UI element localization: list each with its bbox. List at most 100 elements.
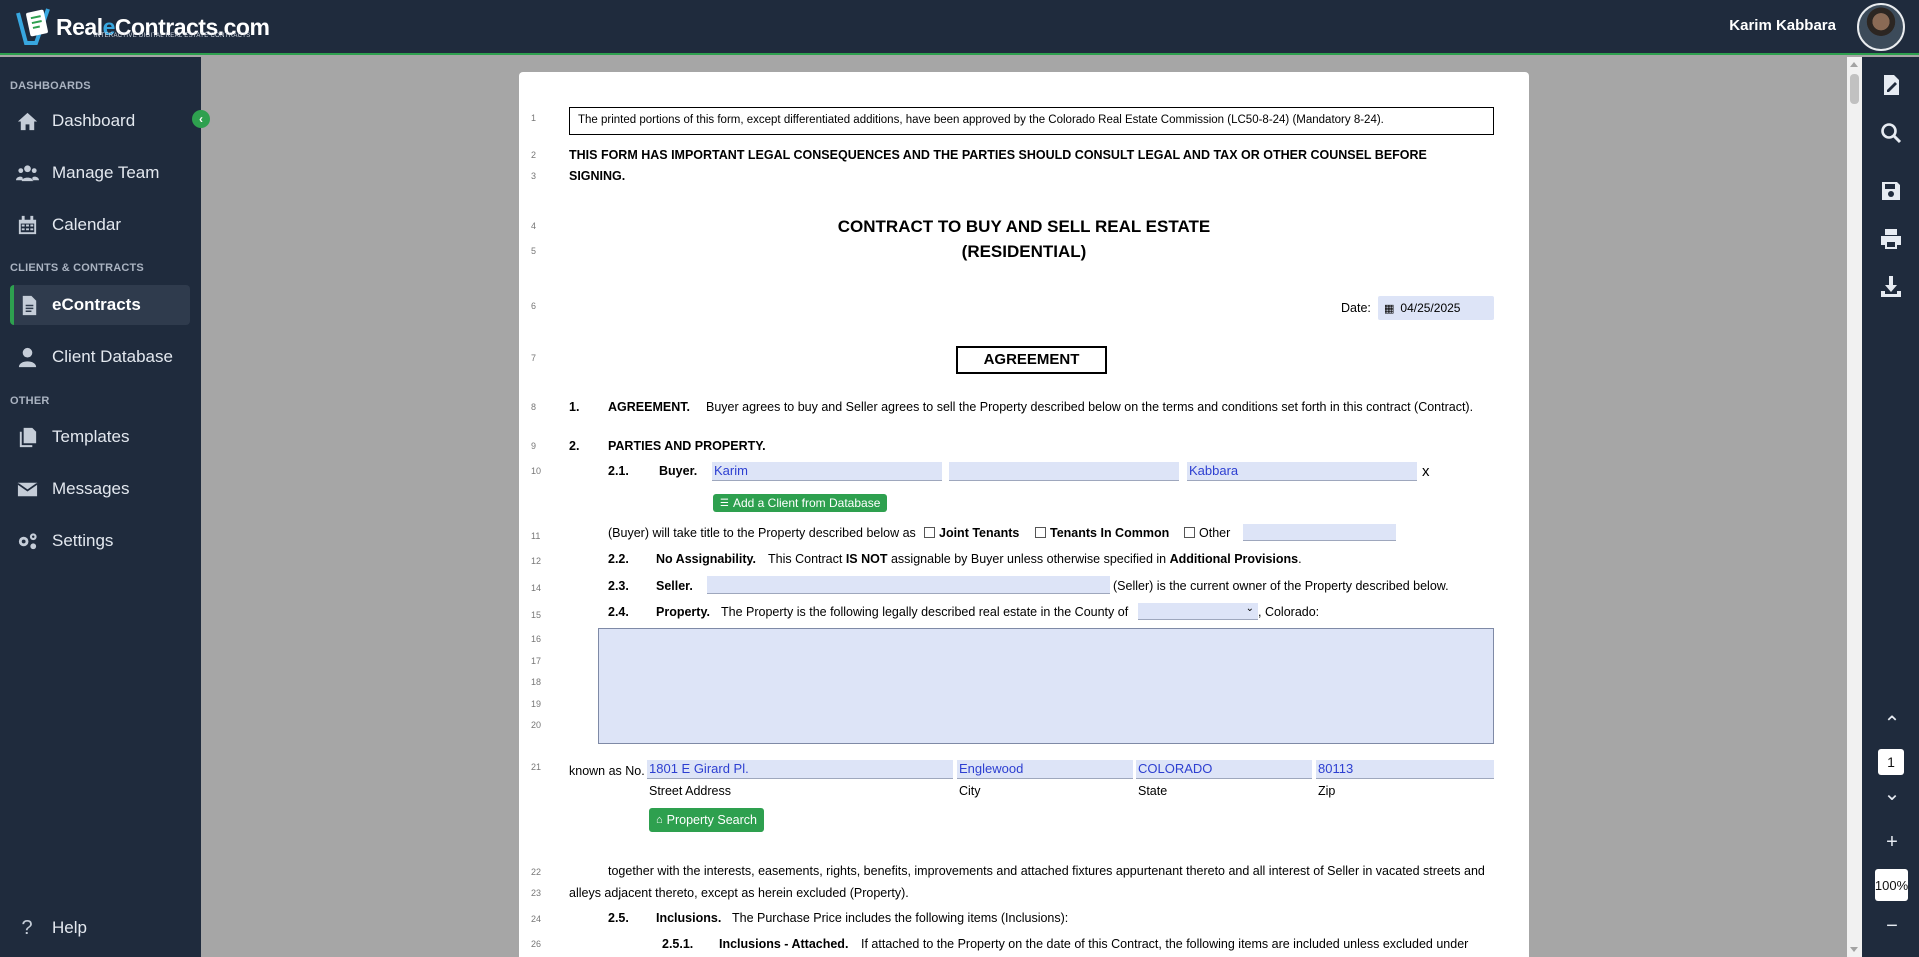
section-2-3-title: Seller. [656, 579, 693, 593]
zoom-in-button[interactable]: + [1882, 831, 1902, 854]
line-number: 9 [531, 441, 537, 451]
date-field[interactable]: ▦ 04/25/2025 [1378, 296, 1494, 320]
chevron-up-icon: ⌃ [1883, 713, 1901, 735]
line-number: 11 [531, 531, 541, 541]
section-2-5-1-number: 2.5.1. [662, 937, 694, 951]
sidebar-item-label: Manage Team [52, 163, 160, 182]
known-as-label: known as No. [569, 764, 645, 778]
sidebar-item-econtracts[interactable]: eContracts [10, 285, 190, 325]
section-2-5-text: The Purchase Price includes the followin… [732, 911, 1069, 925]
add-client-from-database-button[interactable]: ☰ Add a Client from Database [713, 494, 888, 512]
chevron-down-icon: ⌄ [1245, 603, 1254, 614]
joint-tenants-option[interactable]: Joint Tenants [924, 526, 1019, 540]
section-2-2-number: 2.2. [608, 552, 629, 566]
search-button[interactable] [1879, 121, 1903, 145]
sidebar-collapse-button[interactable]: ‹ [192, 110, 210, 128]
line-number: 7 [531, 353, 537, 363]
section-2-5-1-text: If attached to the Property on the date … [861, 937, 1469, 951]
help-link[interactable]: ? Help [10, 908, 190, 948]
date-label: Date: [1341, 301, 1371, 315]
buyer-last-name-field[interactable]: Kabbara [1187, 462, 1417, 481]
file-icon [14, 294, 44, 317]
tenants-in-common-option[interactable]: Tenants In Common [1035, 526, 1169, 540]
line-number: 15 [531, 610, 542, 620]
buyer-first-name-field[interactable]: Karim [712, 462, 942, 481]
joint-tenants-checkbox[interactable] [924, 527, 935, 538]
section-1-number: 1. [569, 400, 580, 414]
section-2-3-text: (Seller) is the current owner of the Pro… [1113, 579, 1449, 593]
scroll-up-arrow[interactable] [1850, 62, 1858, 67]
question-icon: ? [21, 916, 33, 939]
sidebar-item-dashboard[interactable]: Dashboard [10, 101, 190, 141]
remove-buyer-button[interactable]: x [1422, 463, 1430, 480]
agreement-heading: AGREEMENT [956, 346, 1107, 374]
sidebar-item-settings[interactable]: Settings [10, 521, 190, 561]
zoom-level[interactable]: 100% [1875, 869, 1908, 901]
print-button[interactable] [1879, 227, 1903, 251]
home-icon [10, 110, 44, 133]
title-text: (Buyer) will take title to the Property … [608, 526, 916, 540]
city-label: City [959, 784, 981, 798]
section-2-number: 2. [569, 439, 580, 453]
county-select[interactable]: ⌄ [1138, 603, 1258, 620]
previous-page-button[interactable]: ⌃ [1882, 711, 1902, 736]
other-option[interactable]: Other [1184, 526, 1230, 540]
section-dashboards: DASHBOARDS [10, 80, 91, 92]
sidebar-item-calendar[interactable]: Calendar [10, 205, 190, 245]
app-logo[interactable]: RealeContracts.com [14, 4, 270, 50]
next-page-button[interactable]: ⌄ [1882, 781, 1902, 806]
other-checkbox[interactable] [1184, 527, 1195, 538]
section-2-title: PARTIES AND PROPERTY. [608, 439, 766, 453]
database-icon: ☰ [720, 497, 729, 509]
zip-label: Zip [1318, 784, 1336, 798]
download-button[interactable] [1879, 274, 1903, 298]
avatar[interactable] [1857, 3, 1905, 51]
line-number: 14 [531, 583, 542, 593]
section-2-2-title: No Assignability. [656, 552, 757, 566]
state-label: State [1138, 784, 1168, 798]
section-2-4-end: , Colorado: [1258, 605, 1320, 619]
property-search-label: Property Search [666, 813, 757, 827]
approval-notice: The printed portions of this form, excep… [569, 107, 1494, 135]
sidebar: DASHBOARDS Dashboard Manage Team Calenda… [0, 57, 201, 957]
legal-description-textarea[interactable] [598, 628, 1494, 744]
section-2-5-1-title: Inclusions - Attached. [719, 937, 849, 951]
minus-icon: − [1886, 915, 1898, 937]
zip-field[interactable]: 80113 [1316, 760, 1494, 779]
seller-field[interactable] [707, 576, 1110, 594]
sidebar-item-messages[interactable]: Messages [10, 469, 190, 509]
other-title-field[interactable] [1243, 524, 1396, 541]
document-scrollbar[interactable] [1847, 57, 1862, 957]
line-number: 18 [531, 677, 542, 687]
together-line-1: together with the interests, easements, … [608, 864, 1485, 878]
save-button[interactable] [1879, 179, 1903, 203]
zoom-out-button[interactable]: − [1882, 915, 1902, 938]
property-search-button[interactable]: ⌂ Property Search [649, 808, 764, 832]
line-number: 10 [531, 466, 542, 476]
calendar-icon [10, 214, 44, 237]
user-name[interactable]: Karim Kabbara [1729, 17, 1836, 34]
street-address-field[interactable]: 1801 E Girard Pl. [647, 760, 953, 779]
contract-logo-icon [16, 8, 50, 45]
download-icon [1881, 276, 1901, 297]
sidebar-item-client-database[interactable]: Client Database [10, 337, 190, 377]
search-icon [1881, 123, 1902, 144]
line-number: 19 [531, 699, 542, 709]
section-2-5-title: Inclusions. [656, 911, 722, 925]
scroll-thumb[interactable] [1850, 74, 1859, 104]
copy-icon [10, 426, 44, 449]
state-field[interactable]: COLORADO [1136, 760, 1312, 779]
scroll-down-arrow[interactable] [1850, 947, 1858, 952]
sidebar-item-templates[interactable]: Templates [10, 417, 190, 457]
edit-document-icon [1884, 75, 1899, 95]
tenants-in-common-checkbox[interactable] [1035, 527, 1046, 538]
city-field[interactable]: Englewood [957, 760, 1133, 779]
page-number-input[interactable]: 1 [1878, 749, 1904, 775]
sidebar-item-manage-team[interactable]: Manage Team [10, 153, 190, 193]
buyer-middle-name-field[interactable] [949, 462, 1179, 481]
tenants-in-common-label: Tenants In Common [1050, 526, 1170, 540]
sidebar-item-label: Calendar [52, 215, 121, 234]
section-2-4-number: 2.4. [608, 605, 629, 619]
line-number: 20 [531, 720, 542, 730]
sign-edit-button[interactable] [1879, 73, 1903, 97]
